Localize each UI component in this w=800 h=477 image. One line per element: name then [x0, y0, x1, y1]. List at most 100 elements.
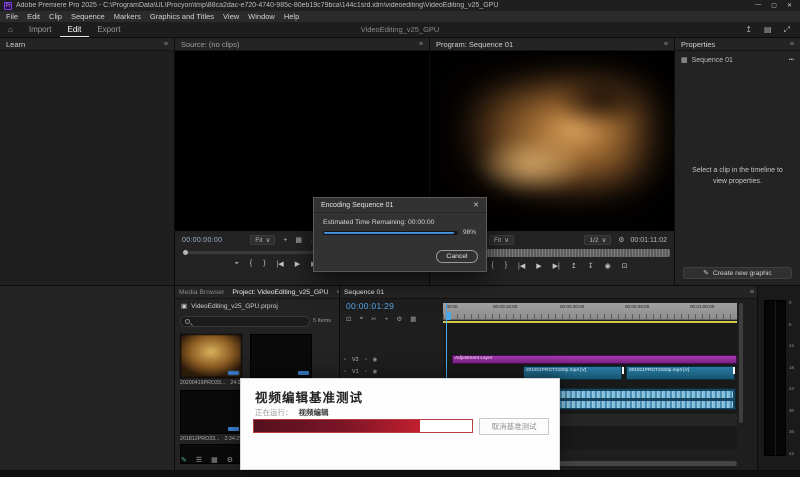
extract-icon[interactable]: ↧	[588, 262, 594, 270]
mark-out-icon[interactable]: }	[505, 262, 507, 270]
sync-lock-icon[interactable]: ▫	[365, 357, 367, 363]
project-clip-label[interactable]: 201812PRO33... 2:34:29	[180, 436, 242, 442]
timeline-settings-icon[interactable]: ⚙	[396, 315, 402, 323]
tab-import[interactable]: Import	[21, 22, 60, 38]
quick-export-icon[interactable]: ↥	[745, 25, 752, 35]
icon-view-icon[interactable]: ▦	[211, 456, 218, 464]
menu-graphics-and-titles[interactable]: Graphics and Titles	[150, 12, 214, 21]
audio-clip[interactable]	[555, 388, 736, 410]
menu-markers[interactable]: Markers	[114, 12, 141, 21]
vertical-scrollbar[interactable]	[739, 303, 743, 423]
titlebar: Pr Adobe Premiere Pro 2025 - C:\ProgramD…	[0, 0, 800, 11]
menu-window[interactable]: Window	[248, 12, 275, 21]
properties-panel-title[interactable]: Properties	[681, 40, 715, 49]
video-clip[interactable]: 201811PRGT2160p.mp4 [V]	[626, 366, 735, 380]
mark-in-icon[interactable]: {	[491, 262, 493, 270]
timeline-ruler[interactable]: 00:00 00:00:15:00 00:00:30:00 00:00:45:0…	[443, 303, 737, 320]
mark-in-icon[interactable]: {	[250, 260, 252, 268]
minimize-button[interactable]: —	[755, 2, 761, 9]
lift-icon[interactable]: ↥	[571, 262, 577, 270]
encoding-dialog-titlebar[interactable]: Encoding Sequence 01 ✕	[314, 198, 486, 213]
tab-sequence-01[interactable]: Sequence 01	[344, 286, 384, 299]
panel-menu-icon[interactable]: ≡	[664, 41, 668, 48]
menu-help[interactable]: Help	[284, 12, 299, 21]
track-select-icon[interactable]: ⌖	[359, 315, 363, 323]
benchmark-cancel-button[interactable]: 取消基准测试	[479, 418, 549, 435]
home-icon[interactable]: ⌂	[0, 22, 21, 38]
resize-icon[interactable]: ⤢	[784, 25, 790, 35]
project-clip-thumbnail[interactable]	[250, 334, 312, 378]
encoding-cancel-button[interactable]: Cancel	[436, 250, 478, 263]
close-button[interactable]: ✕	[787, 2, 792, 9]
toggle-track-output-icon[interactable]: ◉	[373, 369, 378, 375]
comparison-view-icon[interactable]: ⊡	[622, 262, 628, 270]
menu-sequence[interactable]: Sequence	[71, 12, 105, 21]
step-back-icon[interactable]: |◀	[518, 262, 525, 270]
program-panel-title[interactable]: Program: Sequence 01	[436, 40, 513, 49]
program-resolution-select[interactable]: 1/2 ∨	[584, 235, 611, 245]
meter-tick: 30	[789, 408, 794, 413]
close-icon[interactable]: ✕	[473, 201, 479, 209]
menu-file[interactable]: File	[6, 12, 18, 21]
toggle-track-output-icon[interactable]: ◉	[373, 357, 378, 363]
adjustment-layer-clip[interactable]: Adjustment Layer	[452, 355, 737, 364]
menu-view[interactable]: View	[223, 12, 239, 21]
track-header-v2[interactable]: ▫ V2 ▫ ◉	[344, 357, 377, 363]
project-clip-thumbnail[interactable]	[180, 390, 242, 434]
play-icon[interactable]: ▶	[536, 262, 541, 270]
track-header-v1[interactable]: ▫ V1 ▫ ◉	[344, 369, 377, 375]
project-clip-label[interactable]: 20200419PRO33... 24:28	[180, 380, 244, 386]
pen-icon[interactable]: ✎	[181, 456, 187, 464]
step-back-icon[interactable]: |◀	[276, 260, 283, 268]
linked-selection-icon[interactable]: ▦	[410, 315, 416, 323]
source-zoom-select[interactable]: Fit ∨	[250, 235, 275, 245]
razor-tool-icon[interactable]: ✂	[371, 315, 376, 323]
grid-icon[interactable]: ▦	[295, 236, 302, 244]
edit-point-marker	[622, 367, 624, 374]
lock-icon[interactable]: ▫	[344, 357, 346, 363]
create-new-graphic-button[interactable]: ✎ Create new graphic	[683, 267, 792, 279]
learn-panel-title[interactable]: Learn	[6, 40, 25, 49]
program-zoom-select[interactable]: Fit ∨	[489, 235, 514, 245]
list-view-icon[interactable]: ☰	[196, 456, 202, 464]
source-panel-title[interactable]: Source: (no clips)	[181, 40, 239, 49]
settings-wrench-icon[interactable]: ⚙	[618, 236, 624, 244]
learn-panel-body	[0, 51, 174, 285]
panel-menu-icon[interactable]: ≡	[750, 289, 754, 296]
source-scrubber-knob[interactable]	[183, 250, 188, 255]
more-options-icon[interactable]: •••	[789, 57, 794, 63]
selection-tool-icon[interactable]: ⊡	[346, 315, 351, 323]
add-icon[interactable]: +	[283, 237, 287, 244]
tab-project[interactable]: Project: VideoEditing_v25_GPU	[232, 286, 328, 299]
project-bin-row[interactable]: ▣ VideoEditing_v25_GPU.prproj	[181, 302, 278, 310]
menu-clip[interactable]: Clip	[49, 12, 62, 21]
step-forward-icon[interactable]: ▶|	[553, 262, 560, 270]
timeline-toolbar: ⊡ ⌖ ✂ + ⚙ ▦	[346, 315, 416, 323]
lock-icon[interactable]: ▫	[344, 369, 346, 375]
panel-menu-icon[interactable]: ≡	[337, 289, 339, 296]
workspaces-icon[interactable]: ▤	[764, 25, 772, 35]
timeline-tabs: Sequence 01 ≡	[340, 286, 758, 299]
panel-menu-icon[interactable]: ≡	[164, 41, 168, 48]
panel-menu-icon[interactable]: ≡	[419, 41, 423, 48]
sync-lock-icon[interactable]: ▫	[365, 369, 367, 375]
maximize-button[interactable]: ▢	[771, 2, 777, 9]
settings-icon[interactable]: ⚙	[227, 456, 233, 464]
add-track-icon[interactable]: +	[385, 316, 389, 323]
project-clip-thumbnail[interactable]	[180, 334, 242, 378]
waveform	[558, 391, 733, 398]
project-search-input[interactable]	[180, 316, 310, 327]
play-icon[interactable]: ▶	[295, 260, 300, 268]
timeline-timecode[interactable]: 00:00:01:29	[346, 301, 394, 311]
tab-edit[interactable]: Edit	[60, 22, 90, 38]
av-badge	[228, 371, 239, 375]
playhead-line[interactable]	[446, 303, 447, 378]
export-frame-icon[interactable]: ◉	[605, 262, 611, 270]
panel-menu-icon[interactable]: ≡	[790, 41, 794, 48]
tab-export[interactable]: Export	[89, 22, 128, 38]
project-panel-footer: ✎ ☰ ▦ ⚙	[181, 456, 233, 464]
tab-media-browser[interactable]: Media Browser	[179, 289, 224, 296]
mark-out-icon[interactable]: }	[263, 260, 265, 268]
add-marker-icon[interactable]: ⌖	[235, 260, 239, 268]
menu-edit[interactable]: Edit	[27, 12, 40, 21]
